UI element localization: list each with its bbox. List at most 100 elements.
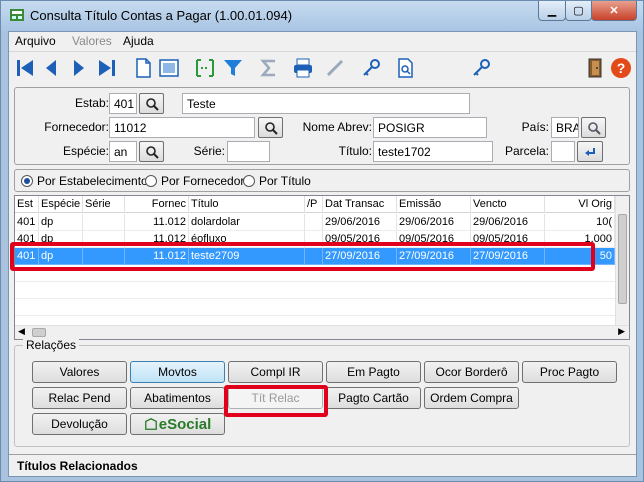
cell-vencto: 09/05/2016 (471, 231, 545, 248)
em-pagto-button[interactable]: Em Pagto (326, 361, 421, 383)
cell-titulo: teste2709 (189, 248, 305, 265)
cell-parcela (305, 248, 323, 265)
pagto-cartao-button[interactable]: Pagto Cartão (326, 387, 421, 409)
col-fornec[interactable]: Fornec (125, 196, 189, 213)
col-serie[interactable]: Série (83, 196, 125, 213)
preview-icon (159, 59, 179, 77)
fornecedor-field[interactable]: 11012 (109, 117, 255, 138)
ordem-compra-button[interactable]: Ordem Compra (424, 387, 519, 409)
new-document-button[interactable] (130, 55, 156, 81)
cell-est: 401 (15, 231, 39, 248)
pais-field[interactable]: BRA (551, 117, 579, 138)
sum-button[interactable] (256, 55, 282, 81)
radio-por-fornecedor[interactable]: Por Fornecedor (145, 174, 244, 188)
col-parcela[interactable]: /P (305, 196, 323, 213)
titles-grid[interactable]: Est Espécie Série Fornec Título /P Dat T… (14, 195, 630, 340)
next-icon (74, 60, 84, 76)
radio-icon (243, 175, 255, 187)
scroll-left-icon[interactable]: ◀ (18, 326, 25, 337)
filter-icon (224, 60, 242, 76)
especie-field[interactable]: an (109, 141, 137, 162)
cell-vl-orig: 10( (545, 214, 615, 231)
compl-ir-button[interactable]: Compl IR (228, 361, 323, 383)
scroll-right-icon[interactable]: ▶ (618, 326, 625, 337)
radio-por-estabelecimento[interactable]: Por Estabelecimento (21, 174, 148, 188)
relacoes-title: Relações (23, 338, 80, 352)
col-titulo[interactable]: Título (189, 196, 305, 213)
radio-por-titulo[interactable]: Por Título (243, 174, 311, 188)
movtos-button[interactable]: Movtos (130, 361, 225, 383)
confirm-button[interactable] (577, 141, 603, 162)
titulo-field[interactable]: teste1702 (373, 141, 493, 162)
enter-icon (585, 147, 595, 156)
grid-vertical-scrollbar[interactable] (615, 196, 629, 325)
ocor-bordero-button[interactable]: Ocor Borderô (424, 361, 519, 383)
estab-field[interactable]: 401 (109, 93, 137, 114)
key-secondary-button[interactable] (468, 55, 494, 81)
valores-button[interactable]: Valores (32, 361, 127, 383)
document-search-button[interactable] (392, 55, 418, 81)
help-button[interactable]: ? (608, 55, 634, 81)
abatimentos-button[interactable]: Abatimentos (130, 387, 225, 409)
preview-button[interactable] (156, 55, 182, 81)
cell-est: 401 (15, 248, 39, 265)
proc-pagto-button[interactable]: Proc Pagto (522, 361, 617, 383)
table-row-empty (15, 299, 615, 316)
next-record-button[interactable] (66, 55, 92, 81)
parcela-field[interactable] (551, 141, 575, 162)
maximize-button[interactable]: ▢ (565, 1, 592, 21)
table-row[interactable]: 401 dp 11.012 éofluxo 09/05/2016 09/05/2… (15, 231, 615, 248)
prev-icon (46, 60, 56, 76)
relacoes-group: Relações Valores Movtos Compl IR Em Pagt… (14, 338, 630, 447)
especie-search-button[interactable] (139, 141, 164, 162)
table-row-selected[interactable]: 401 dp 11.012 teste2709 27/09/2016 27/09… (15, 248, 615, 265)
menu-ajuda[interactable]: Ajuda (123, 34, 154, 48)
last-record-button[interactable] (94, 55, 120, 81)
cell-dat-transac: 27/09/2016 (323, 248, 397, 265)
menu-valores[interactable]: Valores (72, 34, 112, 48)
radio-label: Por Fornecedor (161, 174, 245, 188)
estab-search-button[interactable] (139, 93, 164, 114)
key-button[interactable] (358, 55, 384, 81)
relac-pend-button[interactable]: Relac Pend (32, 387, 127, 409)
filter-button[interactable] (220, 55, 246, 81)
estab-name-field[interactable]: Teste (182, 93, 470, 114)
devolucao-button[interactable]: Devolução (32, 413, 127, 435)
grid-horizontal-scrollbar[interactable]: ◀ ▶ (15, 325, 629, 339)
first-record-button[interactable] (12, 55, 38, 81)
pen-button[interactable] (322, 55, 348, 81)
col-especie[interactable]: Espécie (39, 196, 83, 213)
tit-relac-button[interactable]: Tít Relac (228, 387, 323, 409)
cell-especie: dp (39, 248, 83, 265)
close-button[interactable]: ✕ (591, 1, 637, 21)
filter-panel: Estab: 401 Teste Fornecedor: 11012 Nome … (14, 87, 630, 165)
toolbar: ? (9, 51, 636, 85)
col-vl-orig[interactable]: Vl Orig (545, 196, 615, 213)
select-range-button[interactable] (192, 55, 218, 81)
esocial-label: eSocial (158, 415, 212, 433)
status-bar: Títulos Relacionados (9, 454, 636, 476)
col-dat-transac[interactable]: Dat Transac (323, 196, 397, 213)
cell-vl-orig: 50 (545, 248, 615, 265)
serie-field[interactable] (227, 141, 270, 162)
fornecedor-search-button[interactable] (258, 117, 283, 138)
col-est[interactable]: Est (15, 196, 39, 213)
scroll-thumb[interactable] (618, 214, 627, 304)
print-button[interactable] (290, 55, 316, 81)
table-row[interactable]: 401 dp 11.012 dolardolar 29/06/2016 29/0… (15, 214, 615, 231)
nome-abrev-field[interactable]: POSIGR (373, 117, 487, 138)
cell-fornec: 11.012 (125, 231, 189, 248)
col-vencto[interactable]: Vencto (471, 196, 545, 213)
menu-arquivo[interactable]: Arquivo (15, 34, 56, 48)
col-emissao[interactable]: Emissão (397, 196, 471, 213)
new-doc-icon (136, 58, 151, 78)
cell-vencto: 27/09/2016 (471, 248, 545, 265)
esocial-button[interactable]: eSocial (130, 413, 225, 435)
exit-button[interactable] (582, 55, 608, 81)
cell-est: 401 (15, 214, 39, 231)
minimize-button[interactable]: ▁ (538, 1, 566, 21)
scroll-thumb[interactable] (32, 328, 46, 337)
previous-record-button[interactable] (38, 55, 64, 81)
pais-search-button[interactable] (581, 117, 606, 138)
sum-icon (260, 59, 275, 77)
